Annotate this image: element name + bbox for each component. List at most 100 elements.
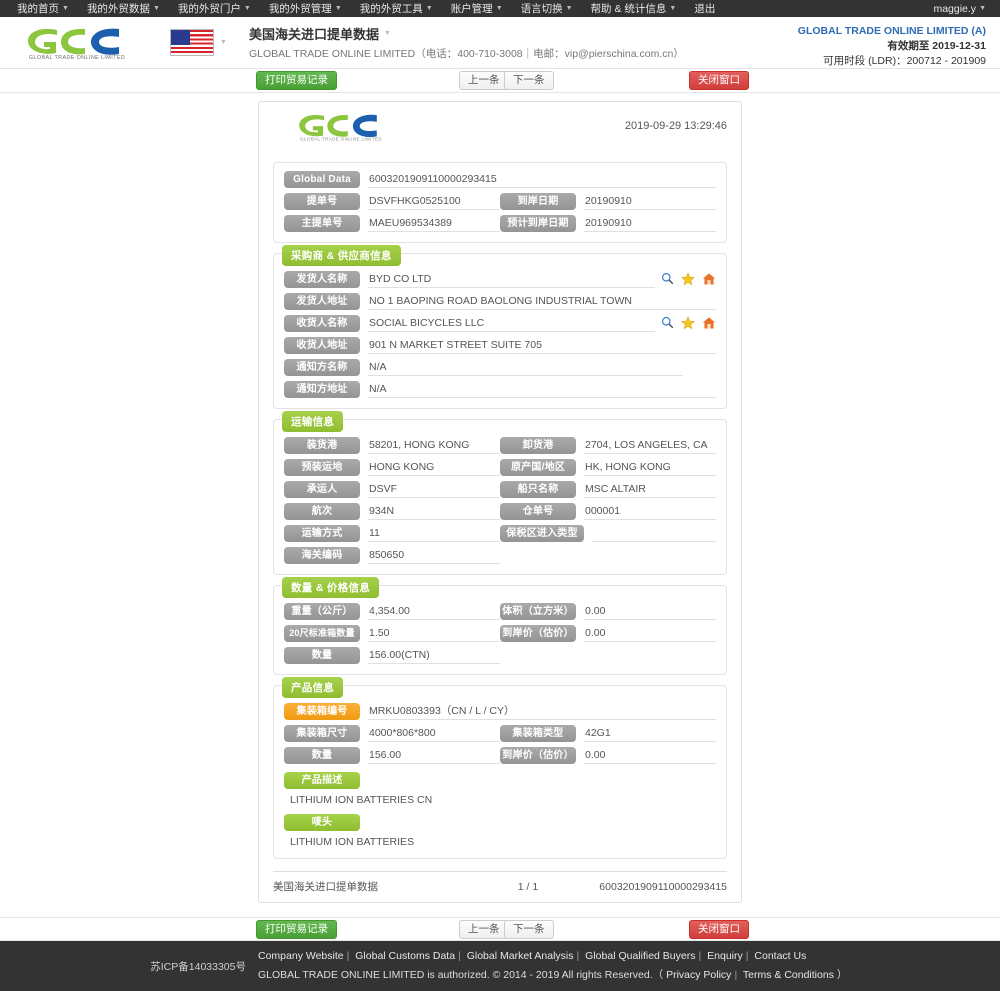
previous-record-button[interactable]: 上一条 [459,71,509,90]
previous-record-button-bottom[interactable]: 上一条 [459,919,509,939]
nav-item-trade-portal[interactable]: 我的外贸门户 ▼ [169,1,260,16]
nav-item-logout[interactable]: 退出 [685,1,724,16]
country-selector[interactable]: ▼ [170,29,227,56]
print-record-button[interactable]: 打印贸易记录 [256,71,337,90]
nav-label: 账户管理 [450,3,493,15]
document-logo: GLOBAL TRADE ONLINE LIMITED [295,112,387,145]
container-size-value: 4000*806*800 [368,725,500,742]
voyage-label: 航次 [284,503,360,520]
product-section-title: 产品信息 [282,677,344,698]
product-description-block: 产品描述 LITHIUM ION BATTERIES CN [284,772,716,806]
master-bl-value: MAEU969534389 [368,215,500,232]
manifest-number-value: 000001 [584,503,716,520]
consignee-name-label: 收货人名称 [284,315,360,332]
transport-mode-label: 运输方式 [284,525,360,542]
gto-logo[interactable]: GLOBAL TRADE ONLINE LIMITED [12,26,142,60]
shipper-name-row: 发货人名称 BYD CO LTD [284,271,716,288]
consignee-actions [661,315,716,332]
search-icon[interactable] [661,316,674,331]
link-separator: | [346,950,350,962]
star-icon[interactable] [681,315,695,332]
footer-link-enquiry[interactable]: Enquiry [707,950,743,962]
close-window-button-bottom[interactable]: 关闭窗口 [689,919,749,939]
footer-link-global-customs-data[interactable]: Global Customs Data [355,950,455,962]
home-icon[interactable] [702,272,716,288]
nav-item-account-management[interactable]: 账户管理 ▼ [442,1,512,16]
nav-label: 帮助 & 统计信息 [590,3,667,15]
bill-of-lading-document: GLOBAL TRADE ONLINE LIMITED 2019-09-29 1… [258,101,742,903]
nav-label: 退出 [694,3,716,15]
shipping-section-title: 运输信息 [282,411,344,432]
field-row: 集装箱尺寸 4000*806*800 集装箱类型 42G1 [284,725,716,742]
shipping-marks-label: 唛头 [284,814,360,831]
user-menu[interactable]: maggie.y ▼ [924,3,992,15]
us-flag-icon [170,29,214,56]
footer-link-privacy-policy[interactable]: Privacy Policy [666,969,731,981]
consignee-address-row: 收货人地址 901 N MARKET STREET SUITE 705 [284,337,716,354]
document-header: GLOBAL TRADE ONLINE LIMITED 2019-09-29 1… [273,112,727,152]
link-separator: | [576,950,580,962]
carrier-value: DSVF [368,481,500,498]
toolbar-bottom: 打印贸易记录 上一条 下一条 关闭窗口 [0,917,1000,941]
transport-mode-value: 11 [368,525,500,542]
teu-label: 20尺标准箱数量 [284,625,360,642]
print-record-button-bottom[interactable]: 打印贸易记录 [256,919,337,939]
field-row: 主提单号 MAEU969534389 预计到岸日期 20190910 [284,215,716,232]
bonded-entry-type-label: 保税区进入类型 [500,525,584,542]
footer-links-block: Company Website | Global Customs Data | Gl… [258,947,847,985]
close-window-button[interactable]: 关闭窗口 [689,71,749,90]
field-row: Global Data 6003201909110000293415 [284,171,716,188]
shipping-marks-block: 唛头 LITHIUM ION BATTERIES [284,814,716,848]
next-record-button-bottom[interactable]: 下一条 [504,919,554,939]
svg-text:GLOBAL TRADE ONLINE LIMITED: GLOBAL TRADE ONLINE LIMITED [300,137,382,142]
place-of-receipt-label: 预装运地 [284,459,360,476]
notify-name-label: 通知方名称 [284,359,360,376]
star-icon[interactable] [681,271,695,288]
page-footer: 苏ICP备14033305号 Company Website | Global C… [0,941,1000,991]
nav-item-trade-data[interactable]: 我的外贸数据 ▼ [78,1,169,16]
search-icon[interactable] [661,272,674,287]
quantity-value: 156.00(CTN) [368,647,500,664]
page-title-block: 美国海关进口提单数据 ▼ GLOBAL TRADE ONLINE LIMITED… [249,24,684,61]
shipping-marks-value: LITHIUM ION BATTERIES [290,836,415,848]
nav-item-help-statistics[interactable]: 帮助 & 统计信息 ▼ [582,1,686,16]
place-of-receipt-value: HONG KONG [368,459,500,476]
toolbar-top: 打印贸易记录 上一条 下一条 关闭窗口 [0,69,1000,93]
field-row: 20尺标准箱数量 1.50 到岸价（估价） 0.00 [284,625,716,642]
nav-item-home[interactable]: 我的首页 ▼ [8,1,78,16]
footer-link-terms-conditions[interactable]: Terms & Conditions [743,969,834,981]
notify-name-row: 通知方名称 N/A [284,359,716,376]
vessel-name-label: 船只名称 [500,481,576,498]
product-description-value: LITHIUM ION BATTERIES CN [290,794,433,806]
volume-value: 0.00 [584,603,716,620]
quantity-panel: 数量 & 价格信息 重量（公斤） 4,354.00 体积（立方米） 0.00 2… [273,577,727,675]
nav-item-trade-tools[interactable]: 我的外贸工具 ▼ [351,1,442,16]
footer-link-global-qualified-buyers[interactable]: Global Qualified Buyers [585,950,695,962]
nav-item-language-switch[interactable]: 语言切换 ▼ [512,1,582,16]
chevron-down-icon[interactable]: ▼ [220,39,227,46]
next-record-button[interactable]: 下一条 [504,71,554,90]
footer-link-company-website[interactable]: Company Website [258,950,344,962]
account-info: GLOBAL TRADE ONLINE LIMITED (A) 有效期至 201… [798,24,986,69]
container-number-label: 集装箱编号 [284,703,360,720]
footer-links-row: Company Website | Global Customs Data | Gl… [258,947,847,966]
field-row: 重量（公斤） 4,354.00 体积（立方米） 0.00 [284,603,716,620]
est-arrival-date-label: 预计到岸日期 [500,215,576,232]
product-cif-label: 到岸价（估价） [500,747,576,764]
global-data-label: Global Data [284,171,360,188]
consignee-address-label: 收货人地址 [284,337,360,354]
nav-item-trade-management[interactable]: 我的外贸管理 ▼ [260,1,351,16]
field-row: 预装运地 HONG KONG 原产国/地区 HK, HONG KONG [284,459,716,476]
footer-link-contact-us[interactable]: Contact Us [754,950,806,962]
document-footer: 美国海关进口提单数据 1 / 1 6003201909110000293415 [273,871,727,894]
copyright-suffix: ） [836,969,848,981]
link-separator: | [734,969,738,981]
home-icon[interactable] [702,316,716,332]
gto-logo-icon: GLOBAL TRADE ONLINE LIMITED [27,28,125,60]
origin-country-label: 原产国/地区 [500,459,576,476]
chevron-down-icon: ▼ [979,5,986,12]
bl-number-value: DSVFHKG0525100 [368,193,500,210]
account-ldr-range: 可用时段 (LDR)：200712 - 201909 [823,55,986,67]
chevron-down-icon[interactable]: ▼ [384,30,391,37]
footer-link-global-market-analysis[interactable]: Global Market Analysis [467,950,574,962]
